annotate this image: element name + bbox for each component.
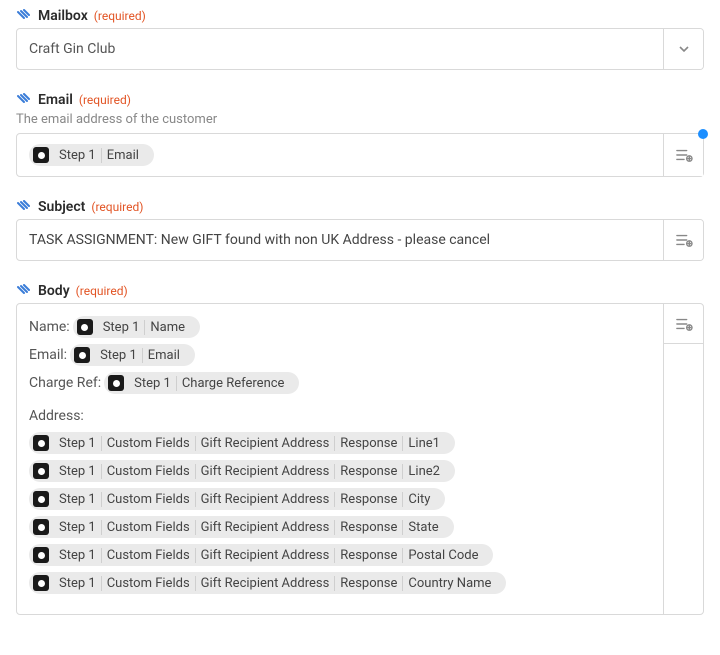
body-content: Name: Step 1Name Email: Step 1Email Charge… [17, 304, 663, 614]
required-badge: (required) [94, 9, 146, 23]
field-label: Body [38, 283, 70, 299]
field-subject: Subject (required) TASK ASSIGNMENT: New … [16, 199, 704, 261]
pill-source-icon [108, 375, 124, 391]
helper-text: The email address of the customer [16, 112, 704, 127]
data-pill[interactable]: Step 1 Email [29, 144, 154, 166]
app-icon [16, 93, 30, 107]
mailbox-value: Craft Gin Club [17, 29, 663, 69]
insert-data-icon [675, 316, 693, 332]
pill-source-icon [33, 519, 49, 535]
field-label-row: Email (required) [16, 92, 704, 108]
email-input[interactable]: Step 1 Email [16, 133, 704, 177]
field-label: Email [38, 92, 73, 108]
required-badge: (required) [91, 200, 143, 214]
data-pill[interactable]: Step 1Custom FieldsGift Recipient Addres… [29, 460, 455, 482]
pill-source-icon [33, 547, 49, 563]
data-pill[interactable]: Step 1Custom FieldsGift Recipient Addres… [29, 544, 493, 566]
insert-data-icon [675, 232, 693, 248]
data-pill[interactable]: Step 1Email [70, 344, 195, 366]
data-pill[interactable]: Step 1Custom FieldsGift Recipient Addres… [29, 516, 454, 538]
body-line: Charge Ref: Step 1Charge Reference [29, 372, 651, 394]
field-mailbox: Mailbox (required) Craft Gin Club [16, 8, 704, 70]
pill-source-icon [33, 575, 49, 591]
subject-input[interactable]: TASK ASSIGNMENT: New GIFT found with non… [16, 219, 704, 261]
body-line-prefix: Name: [29, 316, 70, 338]
data-pill[interactable]: Step 1Custom FieldsGift Recipient Addres… [29, 488, 445, 510]
field-label-row: Body (required) [16, 283, 704, 299]
pill-source-icon [33, 435, 49, 451]
pill-source-icon [33, 491, 49, 507]
body-line-prefix: Charge Ref: [29, 372, 101, 394]
body-line: Step 1Custom FieldsGift Recipient Addres… [29, 544, 651, 566]
body-line-prefix: Email: [29, 344, 67, 366]
body-line: Step 1Custom FieldsGift Recipient Addres… [29, 516, 651, 538]
field-email: Email (required) The email address of th… [16, 92, 704, 177]
data-pill[interactable]: Step 1Name [73, 316, 200, 338]
required-badge: (required) [79, 93, 131, 107]
required-badge: (required) [76, 284, 128, 298]
pill-source-icon [74, 347, 90, 363]
body-line: Step 1Custom FieldsGift Recipient Addres… [29, 572, 651, 594]
body-line: Email: Step 1Email [29, 344, 651, 366]
field-label-row: Subject (required) [16, 199, 704, 215]
body-side-controls [663, 304, 703, 614]
pill-source-icon [33, 463, 49, 479]
field-label-row: Mailbox (required) [16, 8, 704, 24]
mailbox-select[interactable]: Craft Gin Club [16, 28, 704, 70]
notification-dot [698, 129, 708, 139]
app-icon [16, 9, 30, 23]
insert-data-icon [675, 147, 693, 163]
field-body: Body (required) Name: Step 1Name Email: S… [16, 283, 704, 615]
body-line: Step 1Custom FieldsGift Recipient Addres… [29, 432, 651, 454]
field-label: Mailbox [38, 8, 88, 24]
address-header: Address: [29, 408, 651, 424]
subject-value: TASK ASSIGNMENT: New GIFT found with non… [17, 220, 663, 260]
email-input-content: Step 1 Email [17, 134, 663, 176]
chevron-down-icon [677, 42, 691, 56]
field-label: Subject [38, 199, 85, 215]
data-pill[interactable]: Step 1Custom FieldsGift Recipient Addres… [29, 572, 506, 594]
body-line: Step 1Custom FieldsGift Recipient Addres… [29, 488, 651, 510]
app-icon [16, 284, 30, 298]
app-icon [16, 200, 30, 214]
insert-data-button[interactable] [663, 220, 703, 260]
body-line: Name: Step 1Name [29, 316, 651, 338]
data-pill[interactable]: Step 1Custom FieldsGift Recipient Addres… [29, 432, 455, 454]
insert-data-button[interactable] [663, 134, 703, 176]
data-pill[interactable]: Step 1Charge Reference [104, 372, 299, 394]
pill-source-icon [33, 147, 49, 163]
pill-source-icon [77, 319, 93, 335]
insert-data-button[interactable] [664, 304, 703, 344]
body-input[interactable]: Name: Step 1Name Email: Step 1Email Charge… [16, 303, 704, 615]
dropdown-toggle[interactable] [663, 29, 703, 69]
body-line: Step 1Custom FieldsGift Recipient Addres… [29, 460, 651, 482]
